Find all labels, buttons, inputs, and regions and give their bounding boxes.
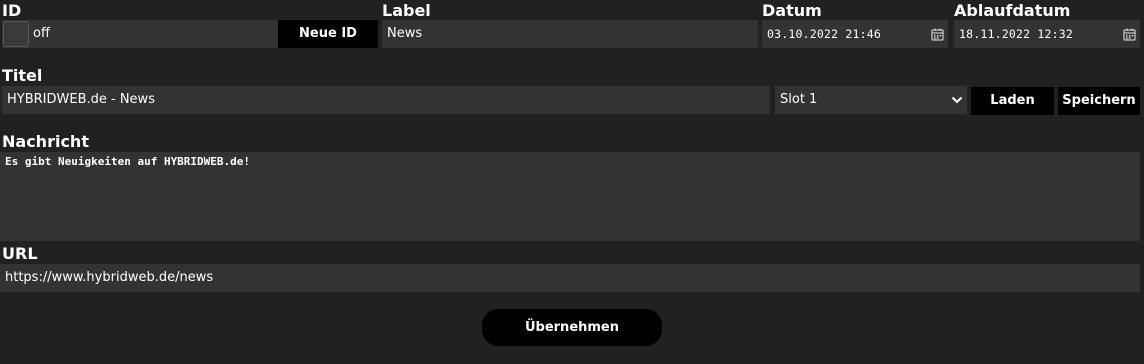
ablaufdatum-label: Ablaufdatum [954, 1, 1071, 20]
url-label: URL [2, 244, 38, 263]
id-field: off [2, 20, 278, 48]
nachricht-label: Nachricht [2, 132, 89, 151]
slot-select[interactable]: Slot 1 [775, 86, 967, 114]
label-label: Label [382, 1, 431, 20]
calendar-icon[interactable] [1123, 28, 1136, 41]
id-value: off [33, 26, 50, 41]
titel-label: Titel [2, 66, 43, 85]
label-input[interactable]: News [382, 20, 758, 48]
slot-select-value: Slot 1 [780, 92, 818, 107]
id-label: ID [2, 1, 22, 20]
titel-input[interactable]: HYBRIDWEB.de - News [2, 86, 770, 114]
datum-label: Datum [762, 1, 822, 20]
datum-input[interactable]: 03.10.2022 21:46 [762, 20, 948, 48]
ablaufdatum-value: 18.11.2022 12:32 [959, 27, 1073, 41]
datum-value: 03.10.2022 21:46 [767, 27, 881, 41]
ablaufdatum-input[interactable]: 18.11.2022 12:32 [954, 20, 1140, 48]
new-id-button[interactable]: Neue ID [278, 20, 378, 48]
nachricht-textarea[interactable]: Es gibt Neuigkeiten auf HYBRIDWEB.de! [0, 152, 1140, 241]
save-button[interactable]: Speichern [1058, 87, 1140, 115]
url-input[interactable]: https://www.hybridweb.de/news [0, 264, 1140, 292]
submit-button[interactable]: Übernehmen [482, 309, 662, 346]
id-checkbox[interactable] [3, 21, 29, 47]
calendar-icon[interactable] [931, 28, 944, 41]
load-button[interactable]: Laden [971, 87, 1054, 115]
settings-form: ID Label Datum Ablaufdatum off Neue ID N… [0, 0, 1144, 364]
chevron-down-icon [951, 96, 963, 104]
